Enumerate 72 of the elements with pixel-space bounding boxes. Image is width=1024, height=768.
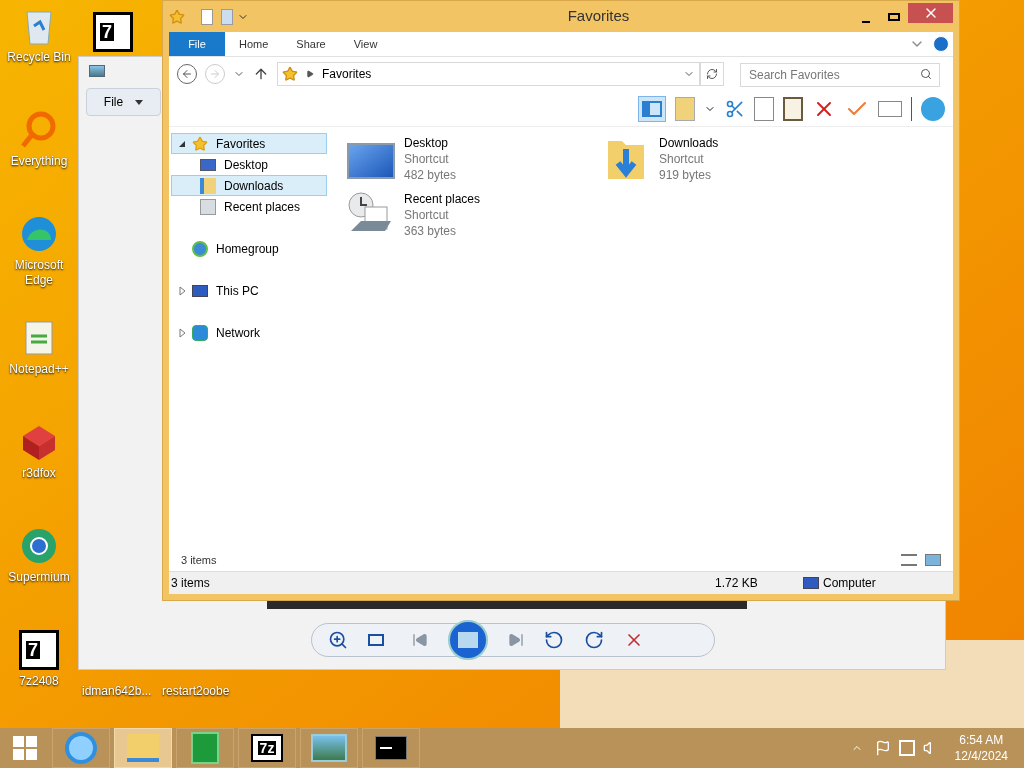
item-count: 3 items — [181, 552, 218, 568]
layout-pane-icon[interactable] — [638, 95, 666, 122]
ribbon-tab[interactable]: Home — [225, 32, 283, 56]
cut-icon[interactable] — [725, 98, 745, 119]
file-type: Shortcut — [404, 151, 450, 167]
picture-icon — [89, 65, 105, 77]
star-icon[interactable] — [169, 8, 185, 25]
archive-logo-icon: 7 — [93, 12, 133, 52]
file-name: Downloads — [659, 135, 719, 151]
address-text[interactable]: Favorites — [322, 65, 675, 83]
globe-icon — [19, 526, 59, 566]
zoom-icon[interactable] — [328, 630, 348, 650]
file-type: Shortcut — [404, 207, 450, 223]
file-size: 363 bytes — [404, 223, 458, 239]
file-item[interactable]: Desktop Shortcut 482 bytes — [346, 135, 601, 183]
file-name: Recent places — [404, 191, 481, 207]
large-icons-view-icon[interactable] — [925, 554, 941, 566]
folder-icon — [200, 177, 216, 194]
monitor-icon — [200, 158, 216, 171]
file-size: 919 bytes — [659, 167, 713, 183]
caret-icon — [135, 98, 144, 106]
nav-item[interactable]: Network — [171, 322, 327, 343]
details-view-icon[interactable] — [901, 554, 917, 566]
status-bar: 3 items 1.72 KB Computer — [169, 571, 953, 594]
file-menu-button[interactable]: File — [86, 88, 161, 116]
file-name: Desktop — [404, 135, 450, 151]
nav-item[interactable]: Recent places — [171, 196, 327, 217]
nav-item[interactable]: Homegroup — [171, 238, 327, 259]
document-icon[interactable] — [201, 8, 213, 25]
desktop-shortcut[interactable]: 7 7z2408 — [0, 626, 78, 730]
rotate-left-icon[interactable] — [544, 630, 564, 650]
browser-e-icon — [65, 732, 97, 764]
star-icon — [282, 66, 298, 82]
file-item[interactable]: Downloads Shortcut 919 bytes — [601, 135, 856, 183]
archive-logo-icon: 7z — [251, 734, 283, 762]
refresh-icon[interactable] — [700, 62, 724, 86]
terminal-icon — [375, 736, 407, 760]
folder-icon[interactable] — [221, 8, 233, 25]
archive-logo-icon: 7 — [19, 630, 59, 670]
nav-item[interactable]: Downloads — [171, 175, 327, 196]
star-icon — [192, 135, 208, 152]
file-type: Shortcut — [659, 151, 705, 167]
flag-icon[interactable] — [874, 740, 891, 756]
search-field[interactable]: Search Favorites — [740, 63, 940, 87]
folder-icon — [127, 734, 159, 762]
shopping-bag-icon — [191, 732, 219, 764]
ribbon-tab[interactable]: File — [169, 32, 225, 56]
computer-icon — [192, 284, 208, 297]
paste-icon[interactable] — [783, 96, 803, 121]
fit-icon[interactable] — [368, 634, 384, 646]
search-icon — [920, 68, 932, 80]
previous-icon[interactable] — [412, 632, 428, 648]
address-bar[interactable]: Favorites — [277, 62, 700, 86]
swirl-icon — [19, 214, 59, 254]
file-size: 482 bytes — [404, 167, 457, 183]
next-icon[interactable] — [508, 632, 524, 648]
slideshow-button[interactable] — [448, 620, 488, 660]
nav-item[interactable]: Desktop — [171, 154, 327, 175]
breadcrumb-arrow-icon — [306, 70, 314, 78]
monitor-icon — [347, 143, 395, 179]
picture-icon — [311, 734, 347, 762]
taskbar-button[interactable]: 7z — [238, 728, 296, 768]
window-title: Favorites — [566, 6, 631, 27]
rotate-right-icon[interactable] — [584, 630, 604, 650]
file-item[interactable]: Recent places Shortcut 363 bytes — [346, 191, 601, 239]
ribbon-tab[interactable]: View — [339, 32, 392, 56]
nav-item[interactable]: This PC — [171, 280, 327, 301]
nav-item[interactable]: Favorites — [171, 133, 327, 154]
ribbon-tab[interactable]: Share — [282, 32, 340, 56]
computer-icon — [803, 577, 819, 589]
up-icon[interactable] — [253, 66, 269, 82]
taskbar-button[interactable] — [362, 728, 420, 768]
